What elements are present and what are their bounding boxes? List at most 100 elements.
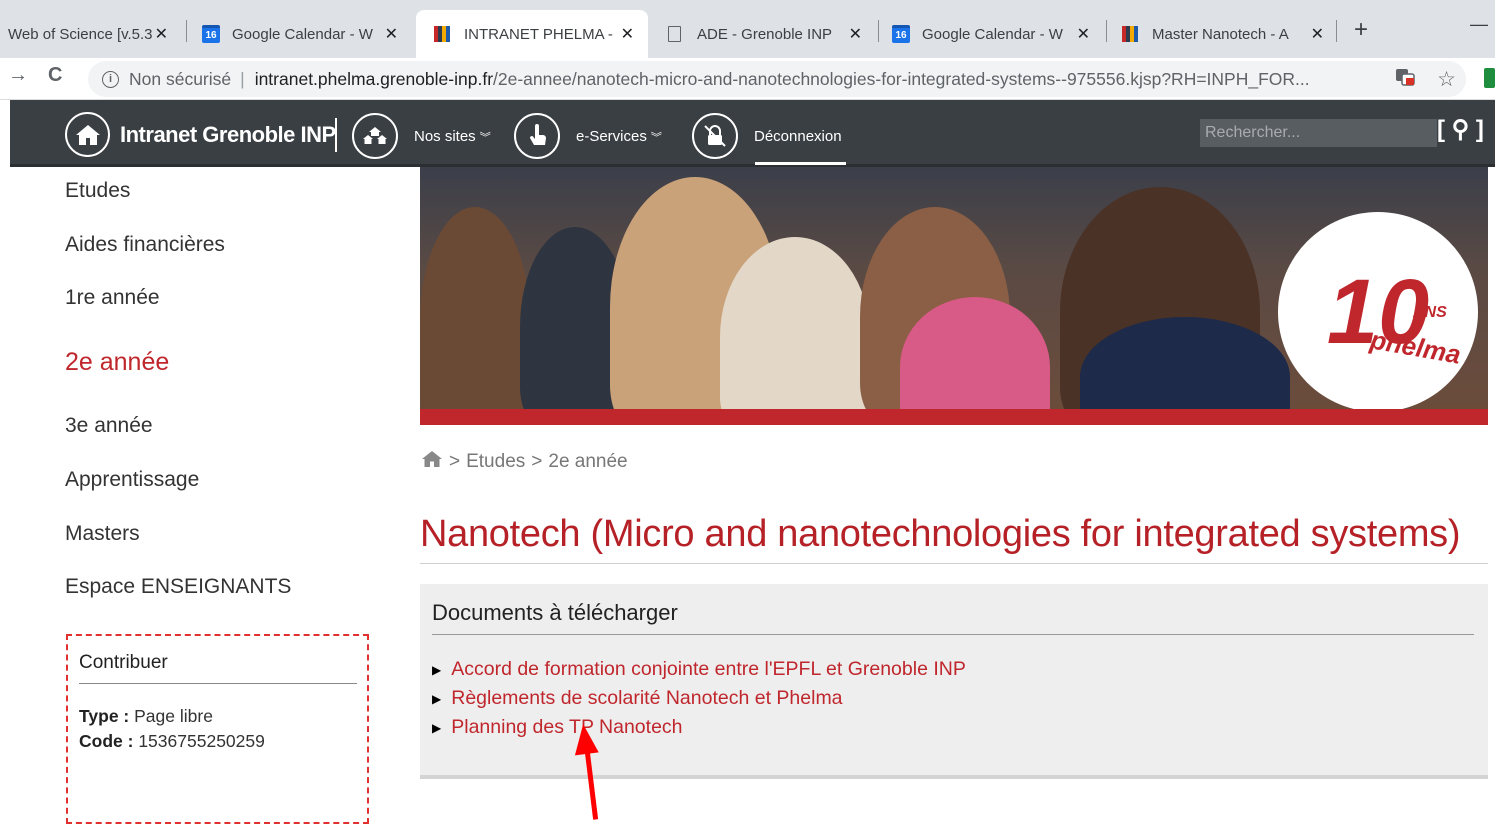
banner-stripe	[420, 409, 1488, 425]
tab-intranet-phelma[interactable]: INTRANET PHELMA - ✕	[416, 10, 648, 58]
document-item: ▶ Planning des TP Nanotech	[432, 716, 683, 739]
extension-icon[interactable]	[1484, 68, 1495, 88]
banner-photo-figure	[420, 207, 530, 425]
close-tab-icon[interactable]: ✕	[1077, 24, 1090, 44]
bullet-icon: ▶	[432, 662, 442, 677]
url-separator: |	[240, 68, 245, 89]
nav-label: e-Services	[576, 128, 647, 145]
tab-title: ADE - Grenoble INP	[697, 25, 833, 43]
new-tab-icon[interactable]: +	[1354, 16, 1368, 44]
url-path: /2e-annee/nanotech-micro-and-nanotechnol…	[493, 68, 1310, 89]
document-icon	[668, 26, 681, 42]
phelma-10-ans-logo: 10 ANS phelma	[1278, 212, 1478, 412]
omnibox-actions: ☆	[1356, 61, 1466, 97]
calendar-icon: 16	[892, 25, 910, 43]
search-icon[interactable]: [ ⚲ ]	[1437, 115, 1484, 144]
tab-ade[interactable]: ADE - Grenoble INP ✕	[652, 10, 876, 58]
document-link-accord-epfl[interactable]: Accord de formation conjointe entre l'EP…	[451, 658, 966, 681]
sidebar-item-espace-enseignants[interactable]: Espace ENSEIGNANTS	[65, 575, 291, 599]
close-tab-icon[interactable]: ✕	[385, 24, 398, 44]
code-label: Code :	[79, 731, 134, 751]
breadcrumb-current: 2e année	[548, 451, 628, 472]
tab-separator	[878, 20, 879, 42]
contribute-box: Contribuer Type : Page libre Code : 1536…	[66, 634, 369, 824]
sites-icon[interactable]	[352, 113, 398, 159]
search-input[interactable]	[1200, 119, 1437, 147]
tab-separator	[1336, 20, 1337, 42]
forward-icon[interactable]: →	[8, 64, 28, 87]
logo-ans: ANS	[1413, 304, 1447, 321]
url-host: intranet.phelma.grenoble-inp.fr	[254, 68, 494, 89]
nav-label: Déconnexion	[754, 128, 842, 145]
contribute-title: Contribuer	[79, 652, 168, 673]
tab-separator	[1106, 20, 1107, 42]
close-tab-icon[interactable]: ✕	[1311, 24, 1324, 44]
nav-nos-sites[interactable]: Nos sites ︾	[414, 128, 491, 145]
logout-icon[interactable]	[692, 113, 738, 159]
active-nav-underline	[755, 162, 846, 165]
breadcrumb-etudes[interactable]: Etudes	[466, 451, 525, 473]
close-tab-icon[interactable]: ✕	[155, 24, 168, 44]
document-item: ▶ Accord de formation conjointe entre l'…	[432, 658, 966, 681]
tab-title: Web of Science [v.5.3	[8, 25, 153, 43]
tab-separator	[186, 20, 187, 42]
tab-master-nanotech[interactable]: Master Nanotech - A ✕	[1110, 10, 1338, 58]
tab-web-of-science[interactable]: Web of Science [v.5.3 ✕	[0, 10, 182, 58]
type-value: Page libre	[134, 706, 213, 726]
chevron-down-icon: ︾	[479, 131, 491, 144]
breadcrumb-home-icon[interactable]	[421, 450, 443, 474]
tab-title: INTRANET PHELMA -	[464, 25, 613, 43]
documents-divider	[432, 634, 1474, 635]
chevron-down-icon: ︾	[650, 131, 662, 144]
code-value: 1536755250259	[138, 731, 265, 751]
nav-deconnexion[interactable]: Déconnexion	[754, 128, 842, 145]
tab-google-calendar-2[interactable]: 16 Google Calendar - W ✕	[880, 10, 1104, 58]
type-label: Type :	[79, 706, 130, 726]
contribute-divider	[79, 683, 357, 684]
contribute-code: Code : 1536755250259	[79, 731, 265, 752]
banner-photo-figure	[900, 297, 1050, 425]
sidebar-item-aides-financieres[interactable]: Aides financières	[65, 233, 225, 257]
sidebar-item-apprentissage[interactable]: Apprentissage	[65, 468, 199, 492]
calendar-icon: 16	[202, 25, 220, 43]
close-tab-icon[interactable]: ✕	[621, 24, 634, 44]
intranet-icon	[434, 26, 450, 42]
sidebar-item-3e-annee[interactable]: 3e année	[65, 414, 153, 438]
contribute-type: Type : Page libre	[79, 706, 213, 727]
home-icon[interactable]	[65, 112, 110, 157]
browser-tab-strip: Web of Science [v.5.3 ✕ 16 Google Calend…	[0, 0, 1495, 58]
info-icon[interactable]: i	[102, 70, 119, 88]
site-header: Intranet Grenoble INP Nos sites ︾ e-Serv…	[10, 100, 1495, 167]
tab-title: Google Calendar - W	[922, 25, 1063, 43]
site-brand[interactable]: Intranet Grenoble INP	[120, 122, 336, 148]
banner-image: 10 ANS phelma	[420, 167, 1488, 425]
banner-photo-figure	[720, 237, 870, 425]
nav-e-services[interactable]: e-Services ︾	[576, 128, 662, 145]
nav-label: Nos sites	[414, 128, 476, 145]
breadcrumb-separator: >	[449, 451, 461, 472]
intranet-icon	[1122, 26, 1138, 42]
translate-icon[interactable]	[1395, 68, 1415, 91]
document-item: ▶ Règlements de scolarité Nanotech et Ph…	[432, 687, 843, 710]
header-divider	[335, 118, 337, 152]
security-label: Non sécurisé	[129, 68, 232, 89]
bookmark-star-icon[interactable]: ☆	[1437, 67, 1456, 92]
reload-icon[interactable]: C	[48, 64, 62, 87]
document-link-reglements[interactable]: Règlements de scolarité Nanotech et Phel…	[451, 687, 842, 710]
breadcrumb: > Etudes > 2e année	[421, 450, 628, 474]
sidebar-item-1re-annee[interactable]: 1re année	[65, 286, 160, 310]
address-bar[interactable]: i Non sécurisé | intranet.phelma.grenobl…	[88, 61, 1466, 97]
sidebar-item-masters[interactable]: Masters	[65, 522, 140, 546]
page-title: Nanotech (Micro and nanotechnologies for…	[420, 513, 1461, 555]
minimize-icon[interactable]: —	[1470, 14, 1488, 35]
tab-google-calendar-1[interactable]: 16 Google Calendar - W ✕	[190, 10, 412, 58]
document-link-planning-tp[interactable]: Planning des TP Nanotech	[451, 716, 682, 739]
close-tab-icon[interactable]: ✕	[849, 24, 862, 44]
title-divider	[420, 563, 1488, 564]
breadcrumb-separator: >	[531, 451, 543, 472]
sidebar-item-2e-annee[interactable]: 2e année	[65, 348, 169, 377]
bullet-icon: ▶	[432, 720, 442, 735]
tab-title: Google Calendar - W	[232, 25, 373, 43]
touch-hand-icon[interactable]	[514, 113, 560, 159]
sidebar-item-etudes[interactable]: Etudes	[65, 179, 130, 203]
